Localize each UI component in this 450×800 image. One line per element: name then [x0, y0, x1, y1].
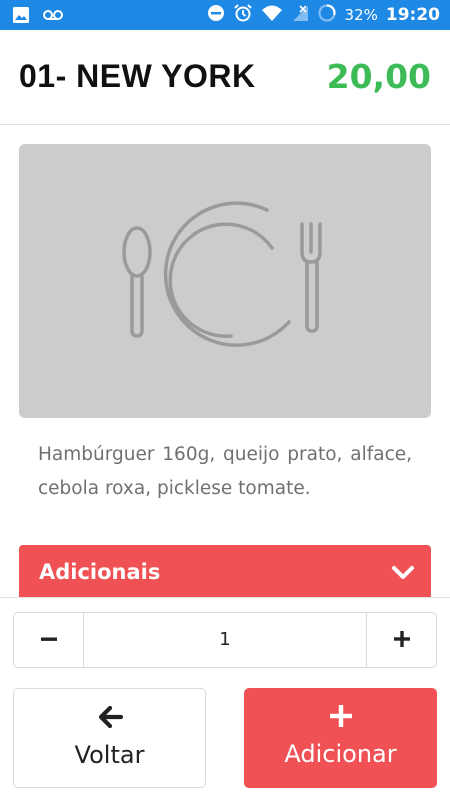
bottom-action-panel: 1 Voltar Adicionar	[0, 597, 450, 800]
image-icon	[12, 6, 30, 29]
status-bar: 32% 19:20	[0, 0, 450, 30]
alarm-icon	[233, 3, 253, 28]
battery-percent: 32%	[344, 6, 378, 24]
quantity-input[interactable]: 1	[84, 613, 366, 667]
adicionais-toggle[interactable]: Adicionais	[19, 545, 431, 601]
product-description: Hambúrguer 160g, queijo prato, alface, c…	[38, 444, 412, 499]
chevron-down-icon	[391, 561, 415, 590]
decrease-quantity-button[interactable]	[14, 613, 84, 667]
signal-icon	[291, 4, 309, 27]
dnd-icon	[207, 4, 225, 27]
back-button-label: Voltar	[74, 741, 145, 769]
minus-icon	[40, 630, 58, 651]
adicionais-label: Adicionais	[39, 560, 161, 584]
clock-time: 19:20	[385, 5, 440, 25]
battery-icon	[317, 3, 337, 28]
voicemail-icon	[42, 6, 64, 29]
product-price: 20,00	[326, 57, 431, 96]
back-button[interactable]: Voltar	[13, 688, 206, 788]
wifi-icon	[261, 4, 283, 27]
add-to-cart-button[interactable]: Adicionar	[244, 688, 437, 788]
product-header: 01- NEW YORK 20,00	[0, 30, 450, 125]
plate-cutlery-icon	[122, 201, 322, 347]
quantity-stepper: 1	[13, 612, 437, 668]
increase-quantity-button[interactable]	[366, 613, 436, 667]
product-title: 01- NEW YORK	[19, 58, 256, 94]
arrow-left-icon	[14, 705, 205, 729]
plus-icon	[393, 630, 411, 651]
add-button-label: Adicionar	[284, 740, 397, 768]
product-image-placeholder	[19, 144, 431, 418]
plus-icon	[244, 704, 437, 728]
